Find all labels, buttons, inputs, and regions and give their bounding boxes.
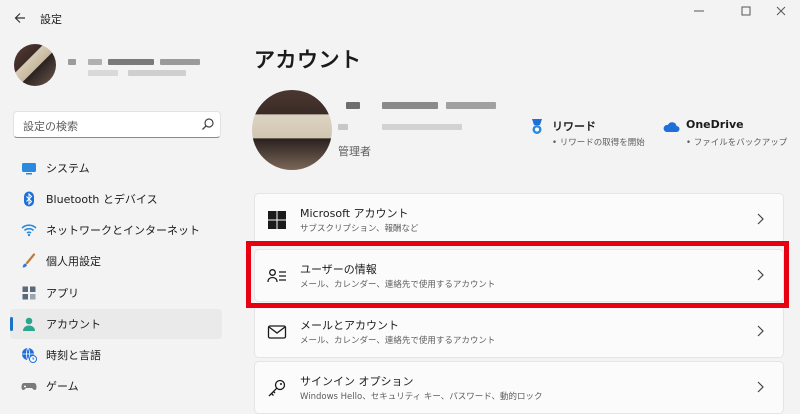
sidebar-item-label: アプリ bbox=[46, 287, 79, 300]
card-sign-in-options[interactable]: サインイン オプション Windows Hello、セキュリティ キー、パスワー… bbox=[254, 361, 784, 414]
rewards-title: リワード bbox=[552, 120, 596, 133]
onedrive-title: OneDrive bbox=[686, 118, 744, 131]
maximize-icon bbox=[741, 6, 751, 16]
title-bar: 設定 bbox=[0, 0, 800, 36]
sidebar-item-label: ゲーム bbox=[46, 380, 79, 393]
profile-name-redacted bbox=[338, 102, 508, 138]
sidebar-item-label: Bluetooth とデバイス bbox=[46, 193, 158, 206]
sidebar-item-label: システム bbox=[46, 162, 90, 175]
apps-icon bbox=[22, 286, 36, 300]
card-email-accounts[interactable]: メールとアカウント メール、カレンダー、連絡先で使用するアカウント bbox=[254, 305, 784, 358]
user-name-redacted bbox=[68, 54, 218, 84]
mail-icon bbox=[267, 325, 287, 339]
sidebar-item-accounts[interactable]: アカウント bbox=[10, 309, 222, 339]
card-title: サインイン オプション bbox=[300, 375, 414, 388]
profile-avatar bbox=[252, 90, 332, 170]
sidebar-item-label: アカウント bbox=[46, 318, 101, 331]
close-icon bbox=[776, 6, 786, 16]
wifi-icon bbox=[21, 224, 37, 237]
chevron-right-icon bbox=[757, 325, 764, 337]
chevron-right-icon bbox=[757, 381, 764, 393]
arrow-left-icon bbox=[14, 13, 25, 23]
card-title: Microsoft アカウント bbox=[300, 207, 409, 220]
search-placeholder: 設定の検索 bbox=[23, 120, 78, 133]
app-title: 設定 bbox=[40, 13, 62, 26]
card-microsoft-account[interactable]: Microsoft アカウント サブスクリプション、報酬など bbox=[254, 193, 784, 246]
windows-logo-icon bbox=[268, 211, 286, 229]
maximize-button[interactable] bbox=[731, 4, 761, 22]
cloud-icon bbox=[663, 122, 680, 132]
person-icon bbox=[23, 317, 35, 331]
sidebar-item-bluetooth[interactable]: Bluetooth とデバイス bbox=[10, 184, 222, 214]
sidebar-item-label: 個人用設定 bbox=[46, 255, 101, 268]
rewards-icon bbox=[532, 119, 542, 134]
minimize-button[interactable] bbox=[684, 4, 714, 22]
profile-role: 管理者 bbox=[338, 145, 371, 158]
bluetooth-icon bbox=[24, 191, 34, 207]
settings-search-input[interactable]: 設定の検索 bbox=[13, 111, 221, 138]
onedrive-subtitle: • ファイルをバックアップ bbox=[686, 138, 788, 148]
card-title: メールとアカウント bbox=[300, 319, 399, 332]
page-title: アカウント bbox=[254, 48, 362, 72]
sidebar-item-label: 時刻と言語 bbox=[46, 349, 101, 362]
minimize-icon bbox=[694, 10, 704, 12]
rewards-subtitle: • リワードの取得を開始 bbox=[552, 138, 645, 148]
back-button[interactable] bbox=[8, 6, 32, 30]
monitor-icon bbox=[22, 163, 36, 175]
close-button[interactable] bbox=[766, 4, 796, 22]
sidebar-item-apps[interactable]: アプリ bbox=[10, 278, 222, 308]
avatar bbox=[14, 44, 56, 86]
chevron-right-icon bbox=[757, 213, 764, 225]
sidebar-item-time-language[interactable]: 時刻と言語 bbox=[10, 340, 222, 370]
card-subtitle: Windows Hello、セキュリティ キー、パスワード、動的ロック bbox=[300, 392, 543, 402]
key-icon bbox=[268, 379, 286, 397]
card-subtitle: メール、カレンダー、連絡先で使用するアカウント bbox=[300, 336, 496, 346]
sidebar-item-network[interactable]: ネットワークとインターネット bbox=[10, 215, 222, 245]
active-indicator bbox=[10, 317, 13, 331]
sidebar-item-label: ネットワークとインターネット bbox=[46, 224, 200, 237]
globe-clock-icon bbox=[22, 347, 37, 363]
card-subtitle: サブスクリプション、報酬など bbox=[300, 224, 419, 234]
brush-icon bbox=[22, 253, 36, 268]
sidebar-item-personalization[interactable]: 個人用設定 bbox=[10, 246, 222, 276]
sidebar-item-system[interactable]: システム bbox=[10, 153, 222, 183]
gamepad-icon bbox=[21, 383, 37, 390]
sidebar-item-gaming[interactable]: ゲーム bbox=[10, 371, 222, 401]
highlight-annotation bbox=[246, 241, 789, 308]
search-icon[interactable] bbox=[201, 117, 215, 131]
